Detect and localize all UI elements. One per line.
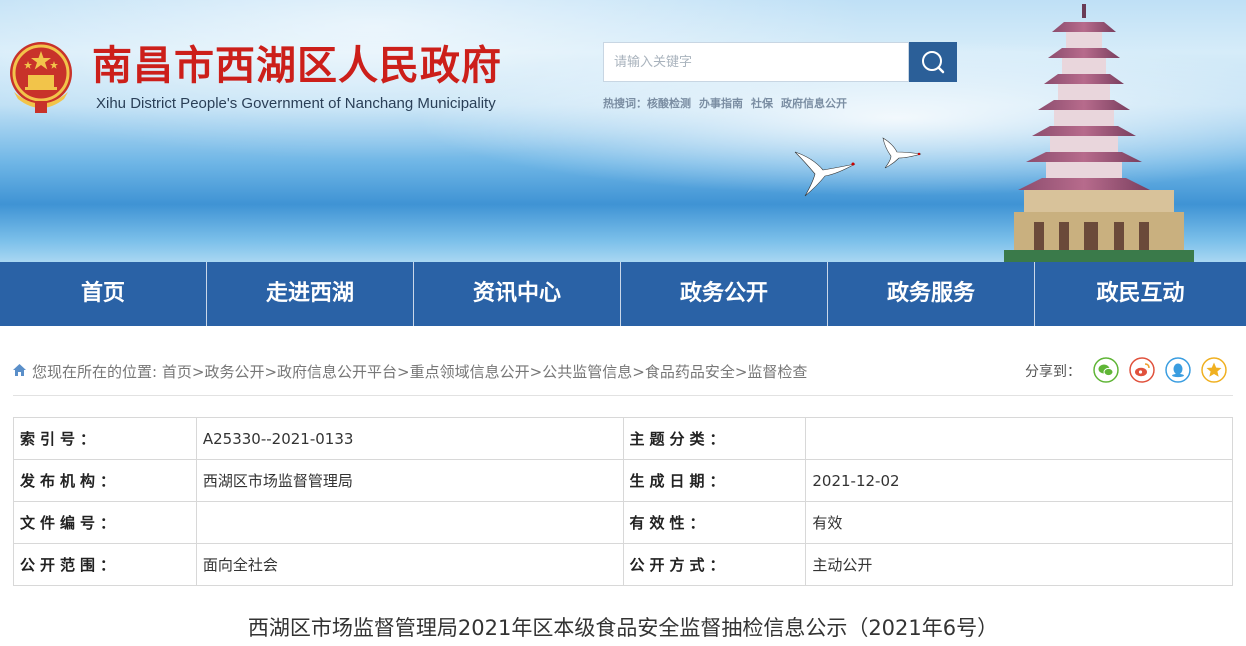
document-info-table: 索引号： A25330--2021-0133 主题分类： 发布机构： 西湖区市场… <box>13 417 1233 586</box>
wechat-icon[interactable] <box>1093 357 1119 383</box>
breadcrumb-separator: > <box>264 363 278 381</box>
site-subtitle: Xihu District People's Government of Nan… <box>96 95 496 112</box>
info-value: 西湖区市场监督管理局 <box>195 459 624 502</box>
breadcrumb-separator: > <box>397 363 410 381</box>
search-icon <box>922 51 945 74</box>
breadcrumb-item[interactable]: 监督检查 <box>747 363 807 381</box>
breadcrumb-item[interactable]: 食品药品安全 <box>645 363 735 381</box>
hot-search-label: 热搜词： <box>603 97 647 110</box>
search-input[interactable] <box>604 43 908 81</box>
hot-word-link[interactable]: 核酸检测 <box>647 97 691 110</box>
table-row: 公开范围： 面向全社会 公开方式： 主动公开 <box>13 543 1233 586</box>
info-label: 公开范围： <box>13 543 197 586</box>
nav-item-news-center[interactable]: 资讯中心 <box>414 262 621 326</box>
info-value: A25330--2021-0133 <box>195 417 624 460</box>
info-label: 生成日期： <box>622 459 807 502</box>
hot-word-link[interactable]: 政府信息公开 <box>781 97 847 110</box>
info-label: 公开方式： <box>622 543 807 586</box>
breadcrumb-prefix: 您现在所在的位置: <box>32 363 158 381</box>
search-button[interactable] <box>909 42 957 82</box>
breadcrumb-item[interactable]: 政务公开 <box>204 363 264 381</box>
qq-icon[interactable] <box>1165 357 1191 383</box>
home-icon <box>13 364 26 376</box>
info-label: 文件编号： <box>13 501 197 544</box>
nav-item-home[interactable]: 首页 <box>0 262 207 326</box>
info-value <box>805 417 1233 460</box>
breadcrumb-separator: > <box>191 363 205 381</box>
info-label: 索引号： <box>13 417 197 460</box>
site-title: 南昌市西湖区人民政府 <box>92 43 502 89</box>
info-value: 主动公开 <box>805 543 1233 586</box>
breadcrumb-separator: > <box>529 363 543 381</box>
hot-word-link[interactable]: 办事指南 <box>699 97 743 110</box>
breadcrumb: 您现在所在的位置: 首页>政务公开>政府信息公开平台>重点领域信息公开>公共监管… <box>32 361 807 382</box>
hot-word-link[interactable]: 社保 <box>751 97 773 110</box>
table-row: 索引号： A25330--2021-0133 主题分类： <box>13 417 1233 460</box>
share-label: 分享到： <box>1025 364 1081 380</box>
nav-item-interaction[interactable]: 政民互动 <box>1035 262 1246 326</box>
table-row: 文件编号： 有效性： 有效 <box>13 501 1233 544</box>
table-row: 发布机构： 西湖区市场监督管理局 生成日期： 2021-12-02 <box>13 459 1233 502</box>
info-value: 2021-12-02 <box>805 459 1233 502</box>
breadcrumb-separator: > <box>632 363 645 381</box>
info-label: 主题分类： <box>622 417 807 460</box>
nav-item-about-xihu[interactable]: 走进西湖 <box>207 262 414 326</box>
info-value <box>195 501 624 544</box>
national-emblem-icon <box>10 42 72 113</box>
main-nav: 首页 走进西湖 资讯中心 政务公开 政务服务 政民互动 <box>0 262 1246 326</box>
breadcrumb-item[interactable]: 首页 <box>162 363 192 381</box>
info-value: 面向全社会 <box>195 543 624 586</box>
info-label: 发布机构： <box>13 459 197 502</box>
search-box <box>603 42 909 82</box>
breadcrumb-item[interactable]: 重点领域信息公开 <box>410 363 530 381</box>
nav-item-government-affairs[interactable]: 政务公开 <box>621 262 828 326</box>
info-label: 有效性： <box>622 501 807 544</box>
breadcrumb-item[interactable]: 公共监管信息 <box>542 363 632 381</box>
hot-search-words: 热搜词：核酸检测 办事指南 社保 政府信息公开 <box>603 95 855 111</box>
header-banner: 南昌市西湖区人民政府 Xihu District People's Govern… <box>0 0 1246 262</box>
breadcrumb-item[interactable]: 政府信息公开平台 <box>277 363 397 381</box>
breadcrumb-bar: 您现在所在的位置: 首页>政务公开>政府信息公开平台>重点领域信息公开>公共监管… <box>13 347 1233 396</box>
info-value: 有效 <box>805 501 1233 544</box>
qzone-icon[interactable] <box>1201 357 1227 383</box>
weibo-icon[interactable] <box>1129 357 1155 383</box>
breadcrumb-separator: > <box>734 363 748 381</box>
pagoda-illustration <box>1004 4 1194 262</box>
nav-item-government-services[interactable]: 政务服务 <box>828 262 1035 326</box>
document-title: 西湖区市场监督管理局2021年区本级食品安全监督抽检信息公示（2021年6号） <box>247 616 999 640</box>
cranes-illustration <box>794 137 922 197</box>
